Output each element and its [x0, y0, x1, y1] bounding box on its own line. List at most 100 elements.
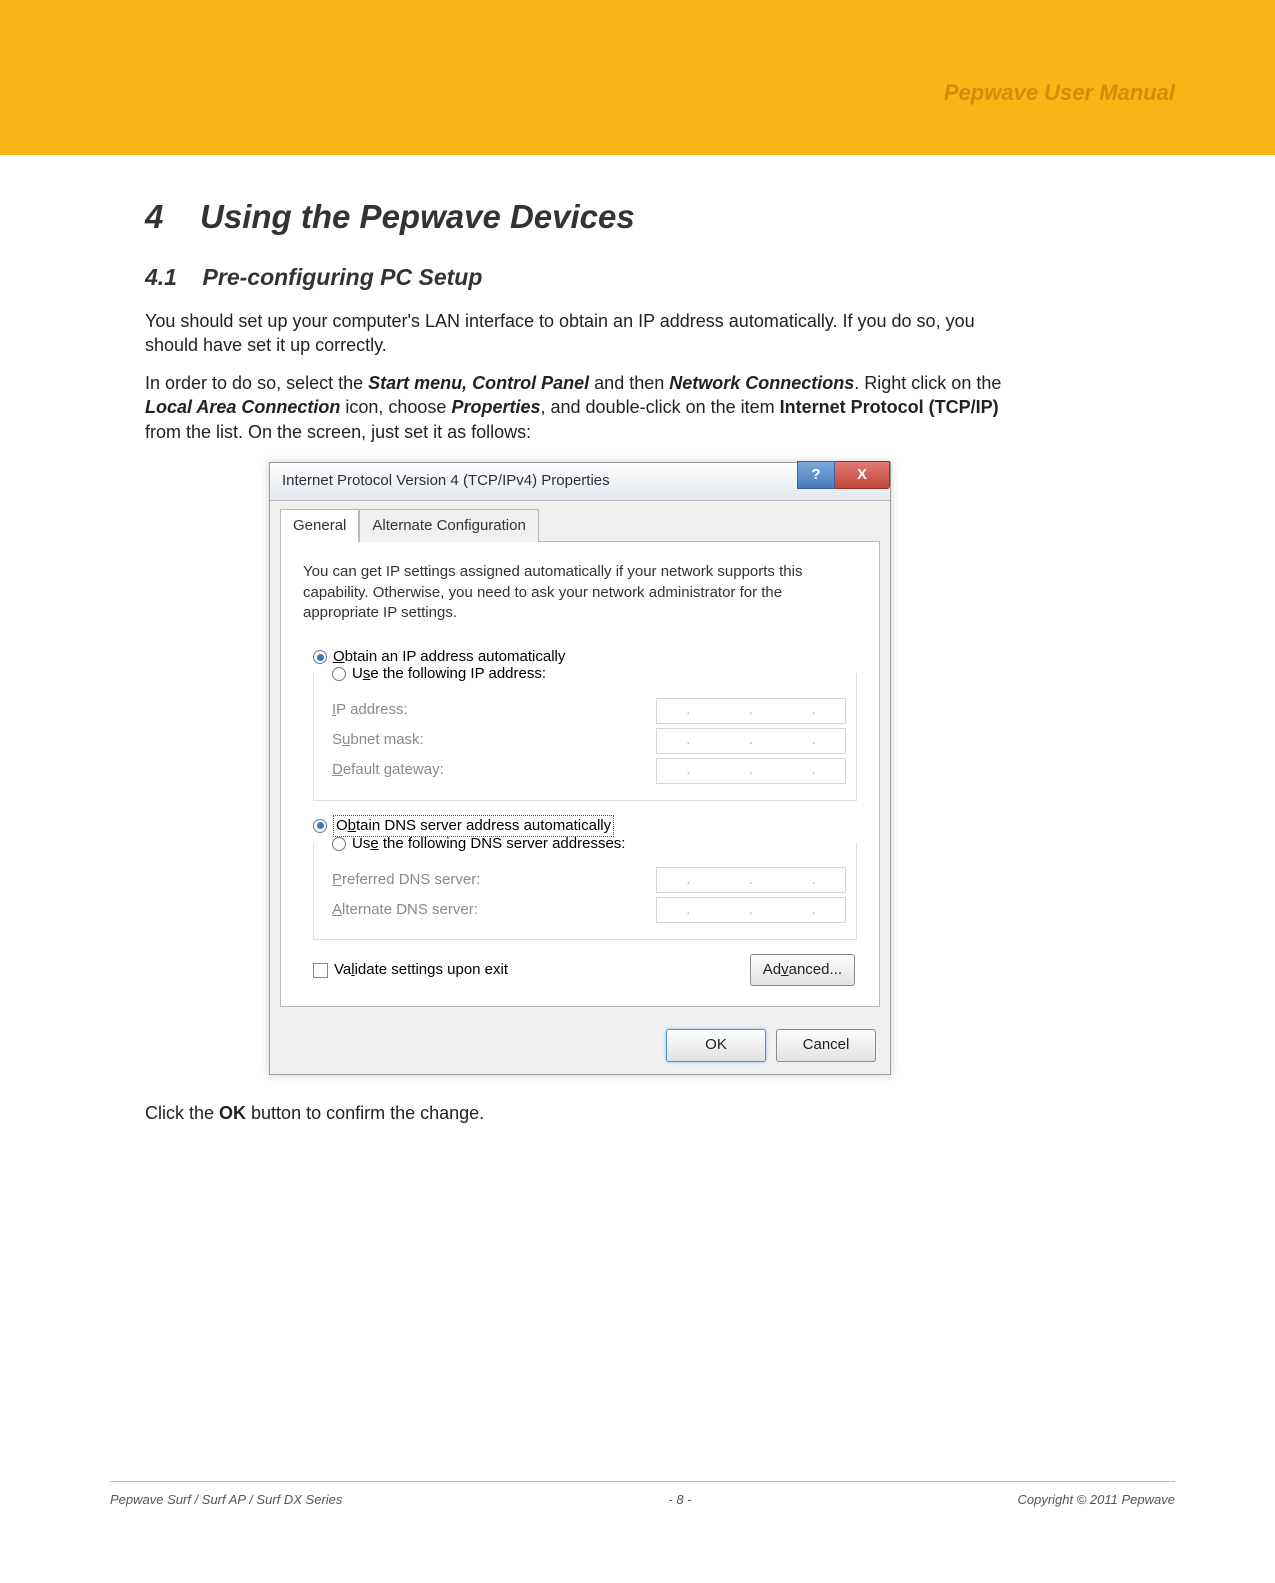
label-alt-dns: Alternate DNS server: [332, 900, 478, 920]
p2-t2: and then [589, 373, 669, 393]
row-ip: IP address: ... [332, 698, 846, 724]
input-pref-dns[interactable]: ... [656, 867, 846, 893]
d8: . [747, 760, 755, 780]
p2-t6: from the list. On the screen, just set i… [145, 422, 531, 442]
manual-title: Pepwave User Manual [944, 80, 1175, 106]
ip-manual-group: Use the following IP address: IP address… [313, 673, 857, 800]
t6b: tain DNS server address automatically [356, 817, 611, 834]
dialog-titlebar[interactable]: Internet Protocol Version 4 (TCP/IPv4) P… [270, 463, 890, 501]
close-button[interactable]: X [835, 461, 890, 489]
paragraph-1: You should set up your computer's LAN in… [145, 309, 1015, 358]
u11: v [781, 960, 789, 980]
d1: . [684, 700, 692, 720]
d3: . [810, 700, 818, 720]
t11b: anced... [789, 960, 842, 980]
radio-icon [313, 650, 327, 664]
d10: . [684, 870, 692, 890]
validate-checkbox[interactable]: Validate settings upon exit [313, 960, 508, 980]
p2-t5: , and double-click on the item [541, 397, 780, 417]
d9: . [810, 760, 818, 780]
advanced-button[interactable]: Advanced... [750, 954, 855, 986]
p2-b3: Local Area Connection [145, 397, 340, 417]
t4b: bnet mask: [350, 731, 423, 748]
t11a: Ad [763, 960, 781, 980]
d4: . [684, 730, 692, 750]
radio-icon [332, 837, 346, 851]
p3-t1: Click the [145, 1103, 219, 1123]
u6: b [348, 817, 356, 834]
t5: efault gateway: [343, 761, 444, 778]
t7a: Us [352, 835, 370, 852]
p2-b2: Network Connections [669, 373, 854, 393]
p2-b1: Start menu, Control Panel [368, 373, 589, 393]
p3-t2: button to confirm the change. [246, 1103, 484, 1123]
tcpip-dialog: Internet Protocol Version 4 (TCP/IPv4) P… [269, 462, 891, 1075]
tab-general[interactable]: General [280, 509, 359, 542]
radio-ip-manual[interactable]: Use the following IP address: [332, 664, 846, 684]
u7: e [370, 835, 378, 852]
d14: . [747, 900, 755, 920]
d13: . [684, 900, 692, 920]
t7b: the following DNS server addresses: [379, 835, 626, 852]
p2-t3: . Right click on the [854, 373, 1001, 393]
footer-right: Copyright © 2011 Pepwave [1017, 1492, 1175, 1507]
radio-dns-manual-label: Use the following DNS server addresses: [352, 834, 625, 854]
dialog-footer: OK Cancel [270, 1017, 890, 1073]
radio-dns-manual[interactable]: Use the following DNS server addresses: [332, 834, 846, 854]
t2b: e the following IP address: [370, 665, 546, 682]
d2: . [747, 700, 755, 720]
d5: . [747, 730, 755, 750]
t10b: idate settings upon exit [355, 961, 508, 978]
bottom-row: Validate settings upon exit Advanced... [303, 954, 857, 986]
label-subnet: Subnet mask: [332, 730, 424, 750]
p2-b5: Internet Protocol (TCP/IP) [780, 397, 999, 417]
ok-button[interactable]: OK [666, 1029, 766, 1061]
section-num: 4.1 [145, 264, 177, 290]
header-band: Pepwave User Manual [0, 0, 1275, 155]
footer-center: - 8 - [668, 1492, 691, 1507]
t1: btain an IP address automatically [345, 648, 566, 665]
d15: . [810, 900, 818, 920]
d7: . [684, 760, 692, 780]
input-gateway[interactable]: ... [656, 758, 846, 784]
p2-t4: icon, choose [340, 397, 451, 417]
titlebar-buttons: ? X [797, 461, 890, 489]
section-heading: 4.1 Pre-configuring PC Setup [145, 262, 1015, 293]
dns-manual-group: Use the following DNS server addresses: … [313, 843, 857, 940]
help-button[interactable]: ? [797, 461, 835, 489]
radio-ip-manual-label: Use the following IP address: [352, 664, 546, 684]
input-subnet[interactable]: ... [656, 728, 846, 754]
t3: P address: [336, 701, 407, 718]
t8: referred DNS server: [342, 871, 480, 888]
general-panel: You can get IP settings assigned automat… [280, 541, 880, 1007]
u9: A [332, 901, 342, 918]
p2-b4: Properties [451, 397, 540, 417]
cancel-button[interactable]: Cancel [776, 1029, 876, 1061]
label-pref-dns: Preferred DNS server: [332, 870, 480, 890]
tab-row: General Alternate Configuration [270, 501, 890, 542]
d6: . [810, 730, 818, 750]
radio-icon [313, 819, 327, 833]
label-ip: IP address: [332, 700, 408, 720]
row-alt-dns: Alternate DNS server: ... [332, 897, 846, 923]
radio-icon [332, 667, 346, 681]
p3-b1: OK [219, 1103, 246, 1123]
input-alt-dns[interactable]: ... [656, 897, 846, 923]
d11: . [747, 870, 755, 890]
t6a: O [336, 817, 348, 834]
tab-alternate[interactable]: Alternate Configuration [359, 509, 538, 542]
chapter-num: 4 [145, 198, 163, 235]
row-pref-dns: Preferred DNS server: ... [332, 867, 846, 893]
chapter-heading: 4 Using the Pepwave Devices [145, 195, 1015, 240]
validate-label: Validate settings upon exit [334, 961, 508, 978]
close-icon: X [857, 465, 867, 485]
row-subnet: Subnet mask: ... [332, 728, 846, 754]
p2-t1: In order to do so, select the [145, 373, 368, 393]
chapter-title: Using the Pepwave Devices [200, 198, 635, 235]
checkbox-icon [313, 963, 328, 978]
section-title: Pre-configuring PC Setup [203, 264, 483, 290]
t10a: Va [334, 961, 351, 978]
input-ip[interactable]: ... [656, 698, 846, 724]
d12: . [810, 870, 818, 890]
u5: D [332, 761, 343, 778]
